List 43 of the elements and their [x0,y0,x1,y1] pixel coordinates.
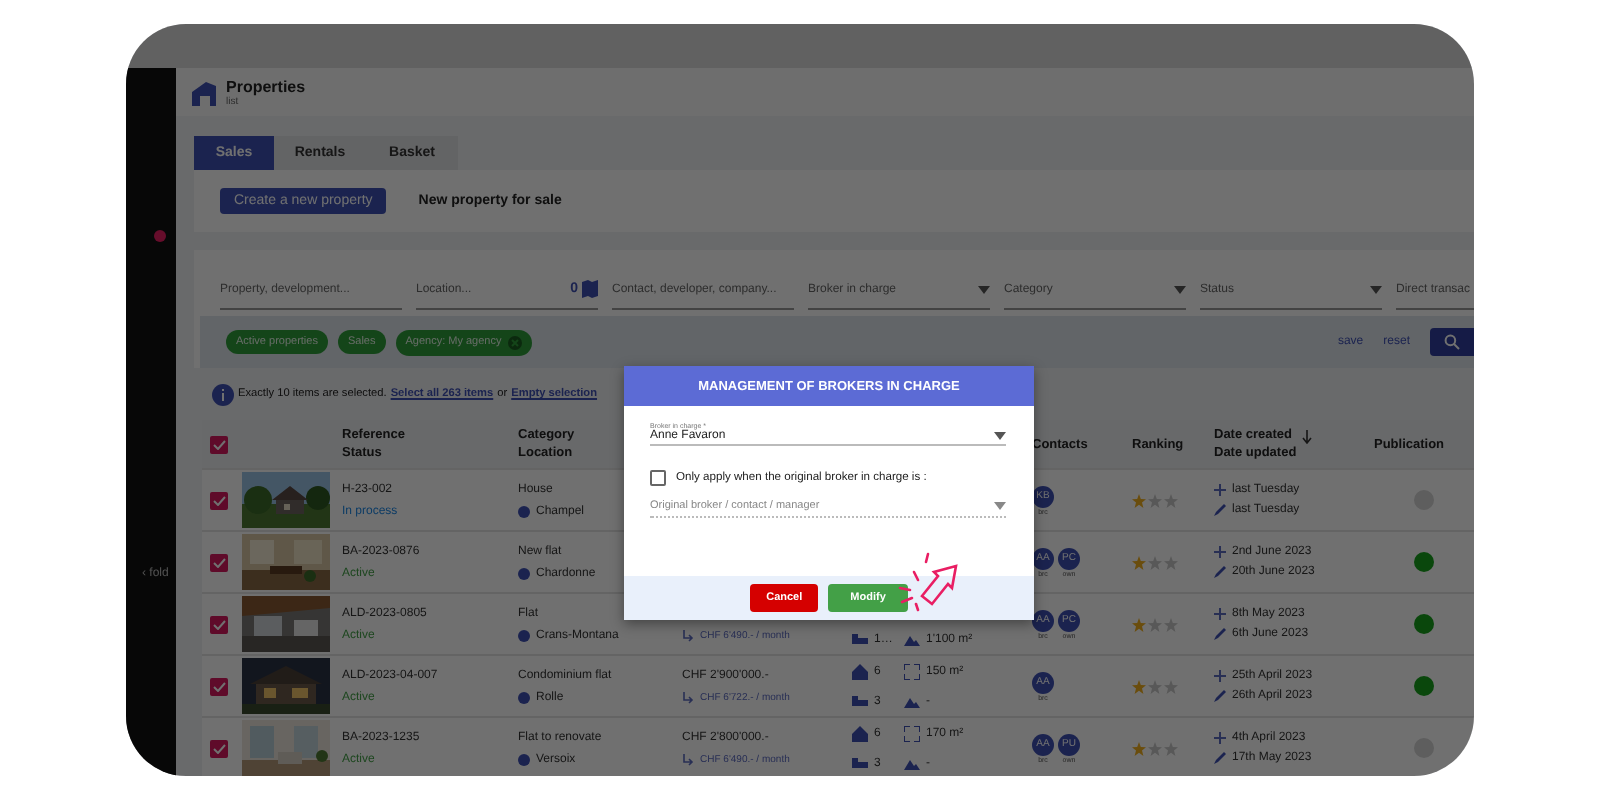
dropdown-caret-icon [1174,285,1186,293]
row-checkbox[interactable] [210,491,228,509]
frame-corners-icon [904,725,920,741]
frame-corners-icon [904,663,920,679]
mountain-icon [904,693,920,709]
house-logo-icon [190,79,218,105]
return-arrow-icon [682,691,694,703]
search-button[interactable] [1430,328,1474,356]
row-checkbox[interactable] [210,553,228,571]
house-icon [852,725,868,741]
map-icon [582,280,598,298]
plus-icon [1214,670,1226,682]
return-arrow-icon [682,753,694,765]
dropdown-caret-icon [1370,285,1382,293]
page-title: Properties [226,77,306,95]
pencil-icon [1214,566,1226,578]
plus-icon [1214,732,1226,744]
remove-icon [507,335,522,349]
pencil-icon [1214,628,1226,640]
dropdown-caret-icon [994,502,1006,510]
bed-icon [852,693,868,709]
pencil-icon [1214,504,1226,516]
plus-icon [1214,608,1226,620]
notification-dot [154,230,166,242]
row-checkbox[interactable] [210,615,228,633]
return-arrow-icon [682,629,694,641]
pencil-icon [1214,752,1226,764]
plus-icon [1214,484,1226,496]
pencil-icon [1214,690,1226,702]
sort-down-icon [1302,430,1313,444]
bed-icon [852,631,868,647]
mountain-icon [904,631,920,647]
checkbox[interactable] [650,470,666,486]
dropdown-caret-icon [994,432,1006,440]
bed-icon [852,755,868,771]
row-checkbox[interactable] [210,739,228,757]
house-icon [852,663,868,679]
row-checkbox[interactable] [210,677,228,695]
mountain-icon [904,755,920,771]
dropdown-caret-icon [978,285,990,293]
plus-icon [1214,546,1226,558]
search-icon [1444,334,1460,350]
select-all-checkbox[interactable] [210,435,228,453]
